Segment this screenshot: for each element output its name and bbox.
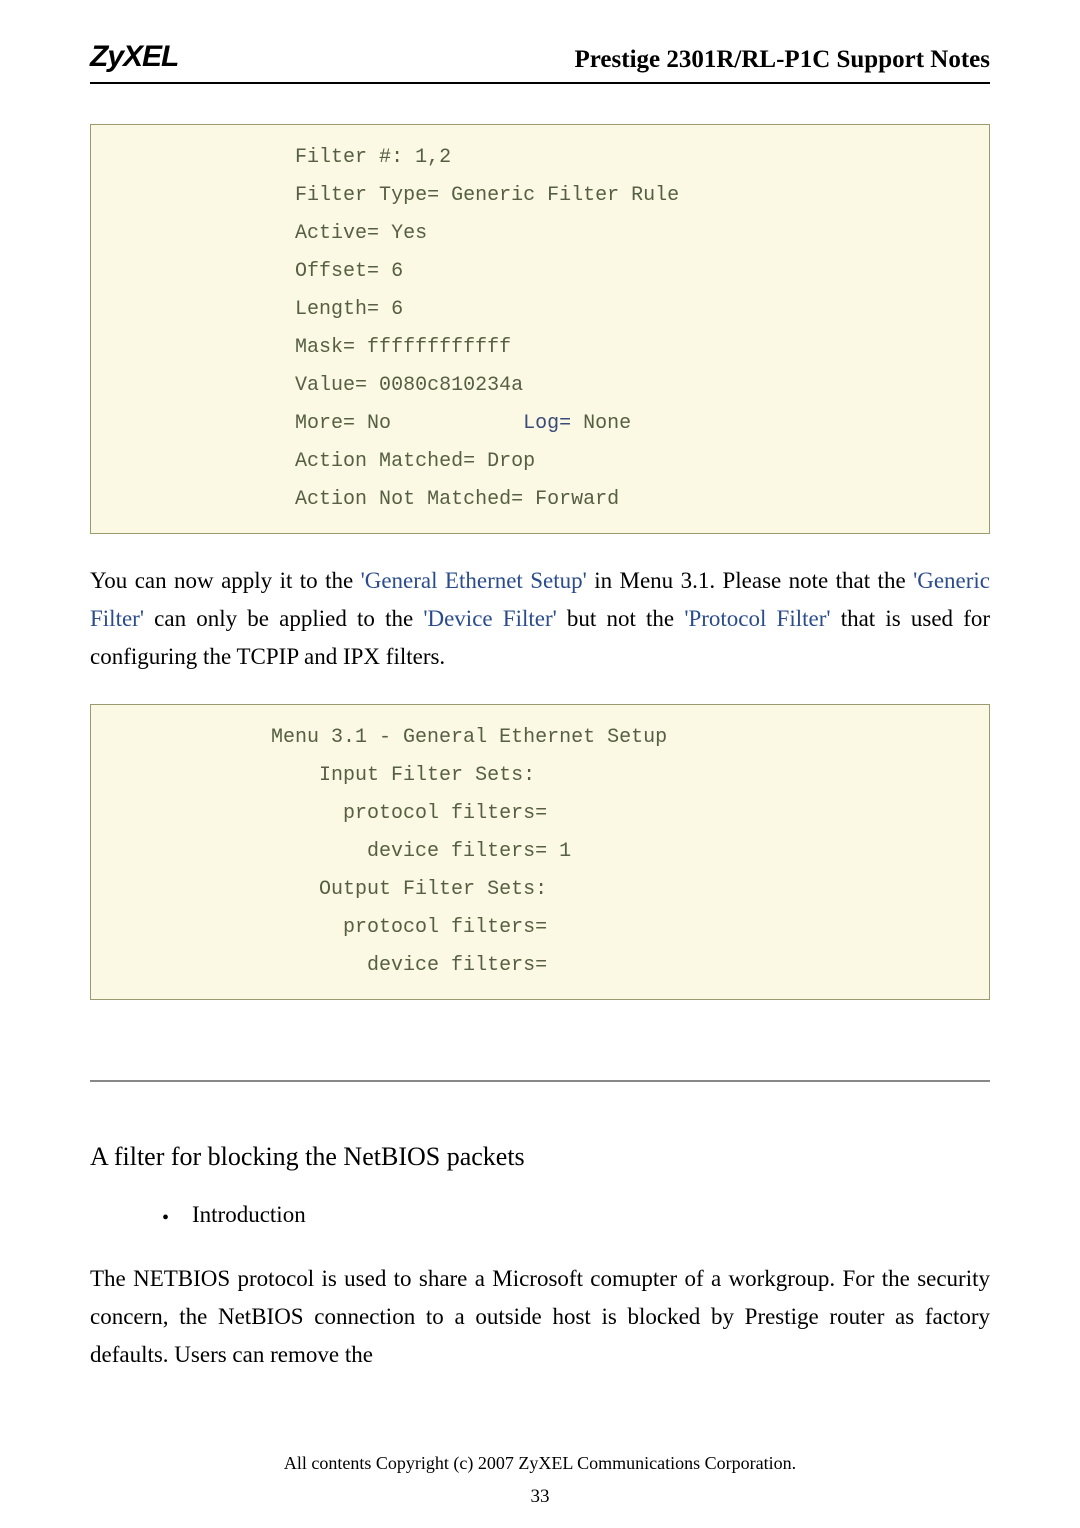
code-block-menu-31: Menu 3.1 - General Ethernet Setup Input … xyxy=(90,704,990,1000)
term-device-filter: 'Device Filter' xyxy=(423,606,556,631)
code-block-filter-rule: Filter #: 1,2 Filter Type= Generic Filte… xyxy=(90,124,990,534)
paragraph-apply-filter: You can now apply it to the 'General Eth… xyxy=(90,562,990,676)
code-line: Mask= ffffffffffff xyxy=(295,336,511,359)
code-line: Input Filter Sets: xyxy=(91,764,535,787)
code-line: device filters= xyxy=(91,954,547,977)
term-general-ethernet-setup: 'General Ethernet Setup' xyxy=(361,568,587,593)
code-line: Action Matched= Drop xyxy=(295,450,535,473)
page-header: ZyXEL Prestige 2301R/RL-P1C Support Note… xyxy=(90,0,990,84)
code-line: Filter #: 1,2 xyxy=(295,146,451,169)
code-line: More= No xyxy=(295,412,523,435)
document-title: Prestige 2301R/RL-P1C Support Notes xyxy=(575,46,990,74)
term-protocol-filter: 'Protocol Filter' xyxy=(684,606,830,631)
code-line: Menu 3.1 - General Ethernet Setup xyxy=(91,726,667,749)
code-line-log: Log= xyxy=(523,412,583,435)
footer-copyright: All contents Copyright (c) 2007 ZyXEL Co… xyxy=(0,1453,1080,1474)
code-line: Filter Type= Generic Filter Rule xyxy=(295,184,679,207)
code-line: Active= Yes xyxy=(295,222,427,245)
code-line: Output Filter Sets: xyxy=(91,878,547,901)
page-content: Filter #: 1,2 Filter Type= Generic Filte… xyxy=(0,84,1080,1373)
bullet-introduction: •Introduction xyxy=(90,1202,990,1230)
code-line: Length= 6 xyxy=(295,298,403,321)
code-line: device filters= 1 xyxy=(91,840,571,863)
bullet-label: Introduction xyxy=(192,1202,306,1227)
logo: ZyXEL xyxy=(90,40,178,74)
code-line: protocol filters= xyxy=(91,802,547,825)
code-line: Value= 0080c810234a xyxy=(295,374,523,397)
paragraph-netbios-intro: The NETBIOS protocol is used to share a … xyxy=(90,1260,990,1374)
bullet-icon: • xyxy=(162,1207,192,1230)
code-line: None xyxy=(583,412,631,435)
section-divider xyxy=(90,1080,990,1082)
code-line: protocol filters= xyxy=(91,916,547,939)
page-number: 33 xyxy=(0,1486,1080,1508)
code-line: Action Not Matched= Forward xyxy=(295,488,619,511)
code-line: Offset= 6 xyxy=(295,260,403,283)
section-heading-netbios: A filter for blocking the NetBIOS packet… xyxy=(90,1142,990,1172)
